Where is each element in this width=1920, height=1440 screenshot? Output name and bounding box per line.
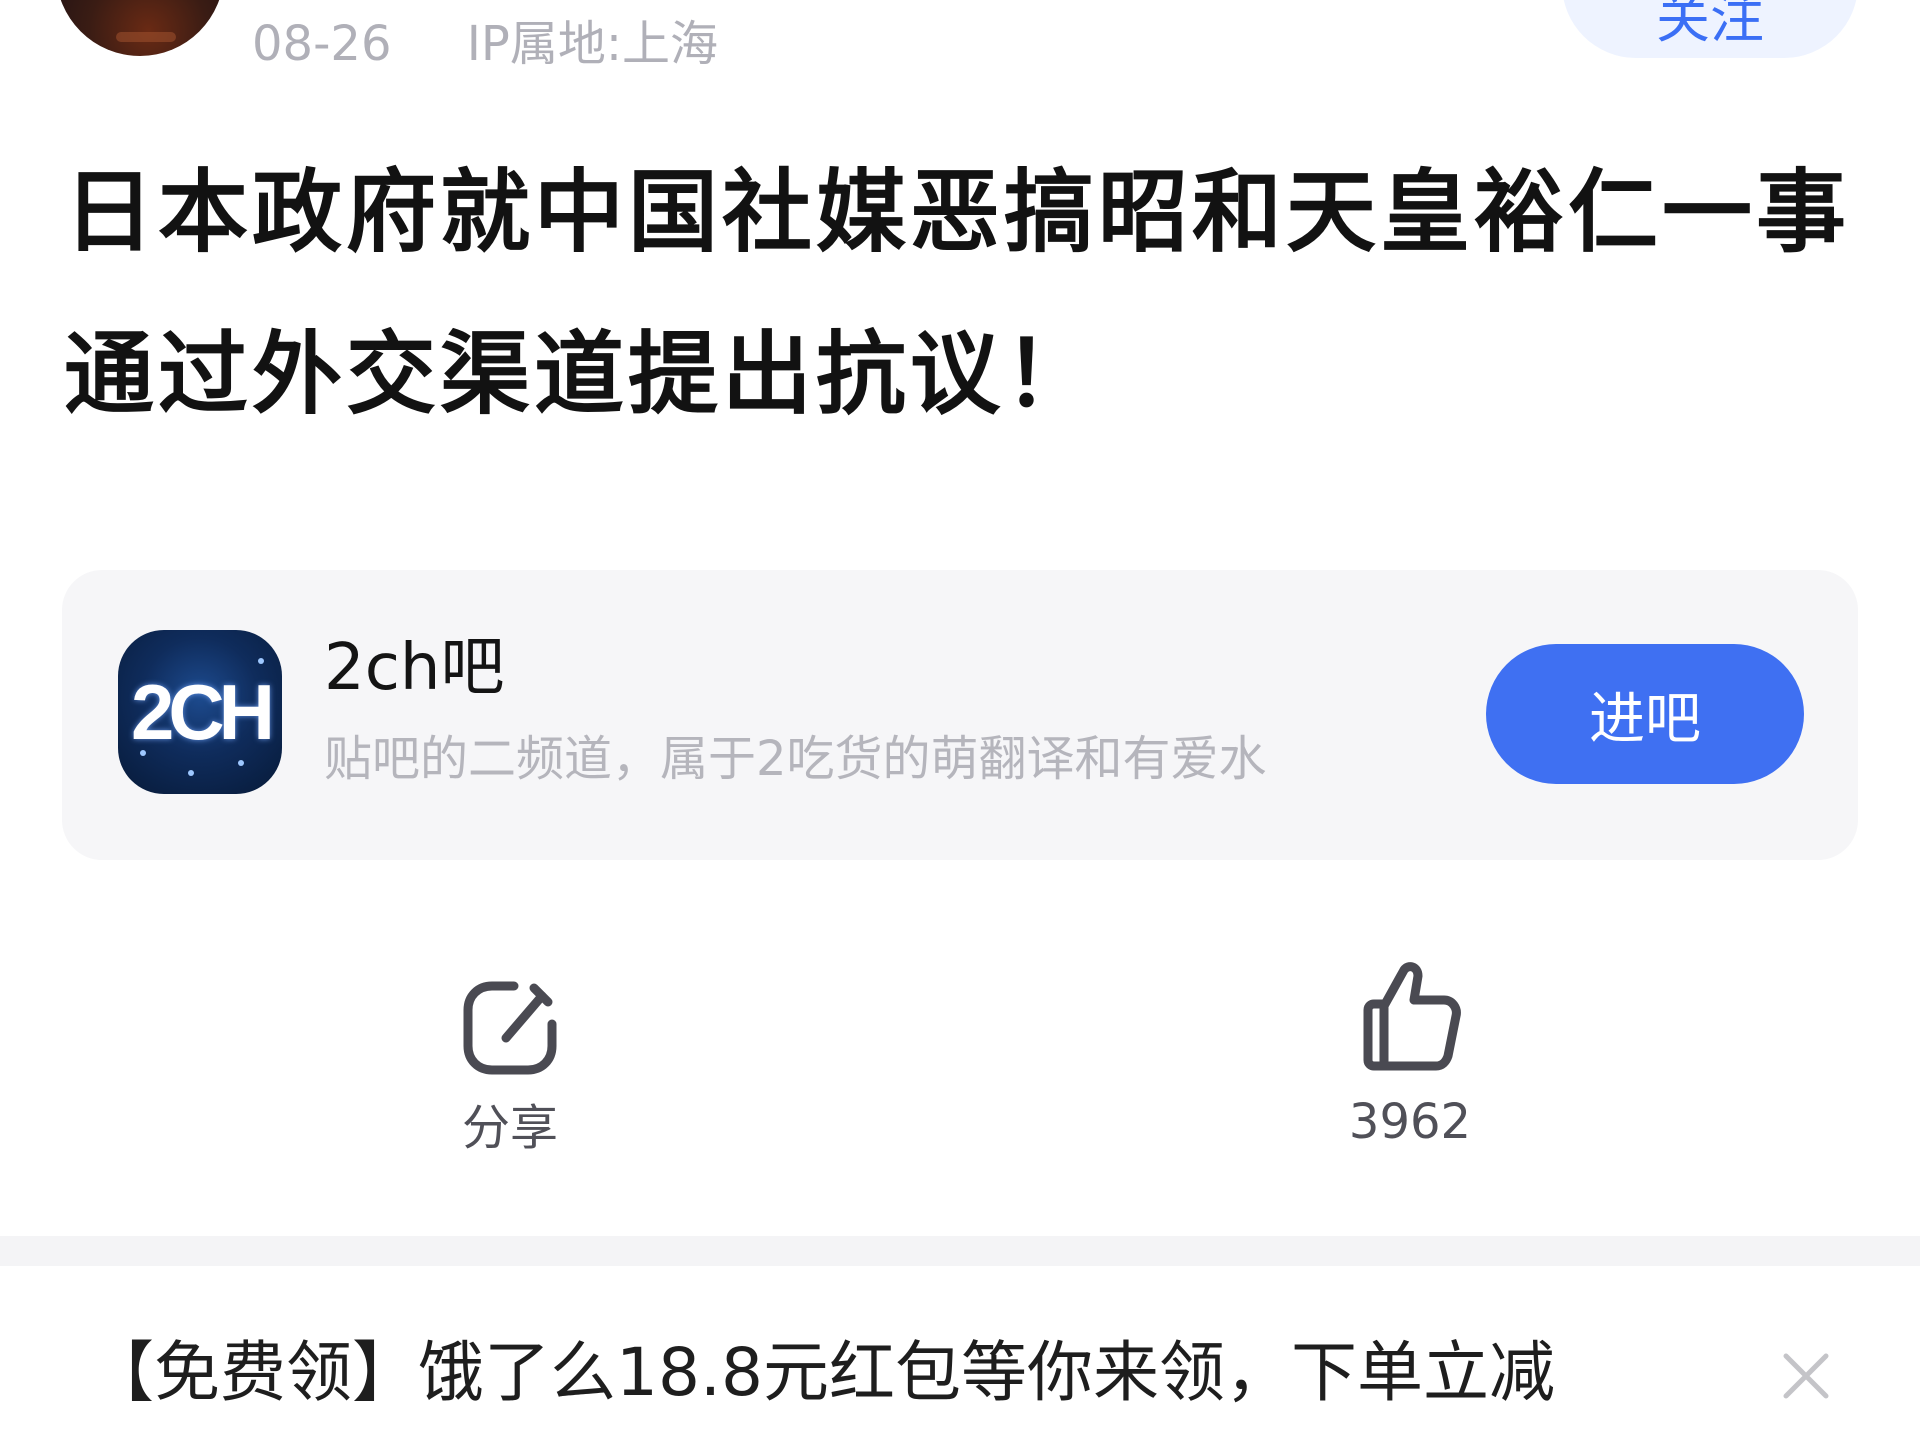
follow-label: 关注 [1656,0,1764,50]
close-ad-button[interactable] [1778,1348,1834,1404]
forum-name[interactable]: 2ch吧 [324,628,504,708]
forum-description: 贴吧的二频道，属于2吃货的萌翻译和有爱水 [324,731,1267,787]
forum-icon-sparkle [258,658,264,664]
share-label: 分享 [461,1100,558,1156]
close-icon [1783,1353,1829,1399]
section-divider [0,1236,1920,1266]
like-button[interactable]: 3962 [1300,958,1520,1152]
ad-text[interactable]: 【免费领】饿了么18.8元红包等你来领，下单立减 [88,1330,1555,1416]
author-avatar[interactable] [56,0,224,56]
forum-icon-sparkle [188,770,194,776]
share-icon [463,981,557,1075]
forum-icon[interactable]: 2CH [118,630,282,794]
forum-logo-text: 2CH [130,667,275,756]
ip-location: IP属地:上海 [466,16,719,72]
share-button[interactable]: 分享 [400,976,620,1158]
post-title: 日本政府就中国社媒恶搞昭和天皇裕仁一事通过外交渠道提出抗议！ [64,160,1850,427]
post-date: 08-26 [252,16,392,72]
avatar-image-detail [116,32,176,42]
forum-icon-sparkle [238,760,244,766]
follow-button[interactable]: 关注 [1562,0,1858,58]
forum-icon-sparkle [140,750,146,756]
thumbs-up-icon [1363,962,1461,1071]
like-count: 3962 [1348,1094,1472,1150]
post-meta: 08-26 IP属地:上海 [252,12,718,76]
enter-forum-button[interactable]: 进吧 [1486,644,1804,784]
